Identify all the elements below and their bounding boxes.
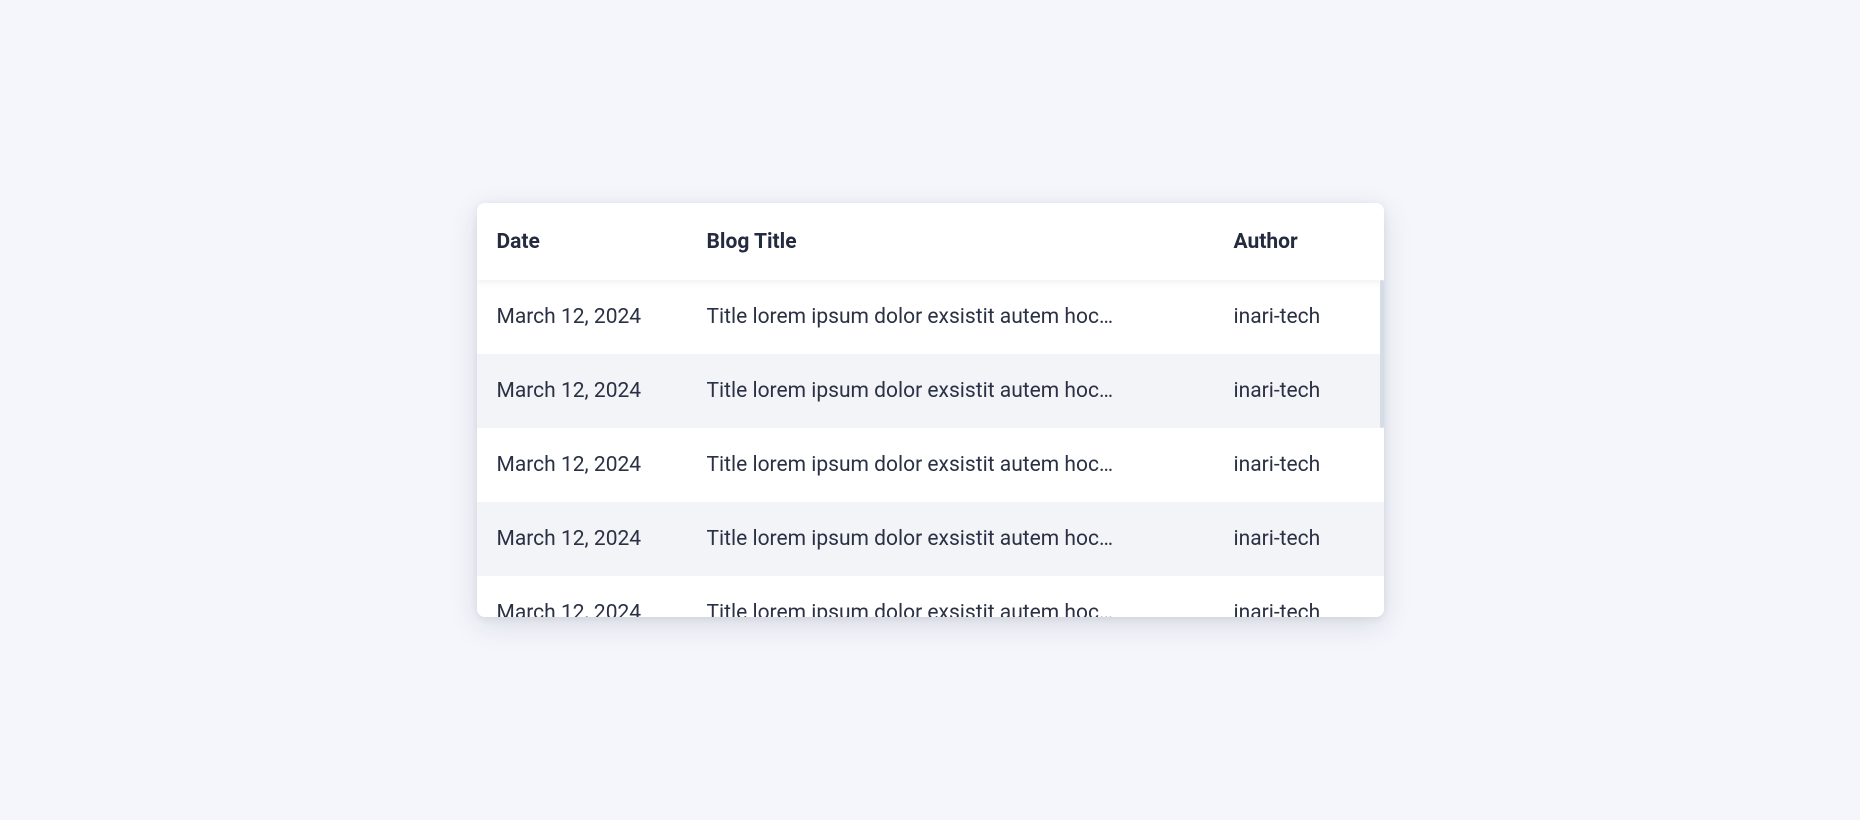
cell-author: inari-tech [1234, 527, 1364, 551]
table-body: March 12, 2024 Title lorem ipsum dolor e… [477, 280, 1384, 617]
table-row[interactable]: March 12, 2024 Title lorem ipsum dolor e… [477, 502, 1384, 576]
cell-title: Title lorem ipsum dolor exsistit autem h… [707, 453, 1234, 477]
header-date[interactable]: Date [497, 230, 707, 254]
cell-author: inari-tech [1234, 601, 1364, 617]
table-row[interactable]: March 12, 2024 Title lorem ipsum dolor e… [477, 354, 1384, 428]
table-row[interactable]: March 12, 2024 Title lorem ipsum dolor e… [477, 428, 1384, 502]
blog-table: Date Blog Title Author March 12, 2024 Ti… [477, 203, 1384, 617]
cell-author: inari-tech [1234, 379, 1364, 403]
cell-title: Title lorem ipsum dolor exsistit autem h… [707, 527, 1234, 551]
cell-date: March 12, 2024 [497, 379, 707, 403]
header-author[interactable]: Author [1234, 230, 1364, 254]
table-header: Date Blog Title Author [477, 203, 1384, 280]
header-blog-title[interactable]: Blog Title [707, 230, 1234, 254]
cell-date: March 12, 2024 [497, 527, 707, 551]
cell-date: March 12, 2024 [497, 453, 707, 477]
cell-date: March 12, 2024 [497, 601, 707, 617]
cell-author: inari-tech [1234, 453, 1364, 477]
cell-title: Title lorem ipsum dolor exsistit autem h… [707, 601, 1234, 617]
cell-title: Title lorem ipsum dolor exsistit autem h… [707, 379, 1234, 403]
cell-author: inari-tech [1234, 305, 1364, 329]
cell-date: March 12, 2024 [497, 305, 707, 329]
cell-title: Title lorem ipsum dolor exsistit autem h… [707, 305, 1234, 329]
table-row[interactable]: March 12, 2024 Title lorem ipsum dolor e… [477, 280, 1384, 354]
table-row[interactable]: March 12, 2024 Title lorem ipsum dolor e… [477, 576, 1384, 617]
scrollbar[interactable] [1380, 280, 1384, 428]
